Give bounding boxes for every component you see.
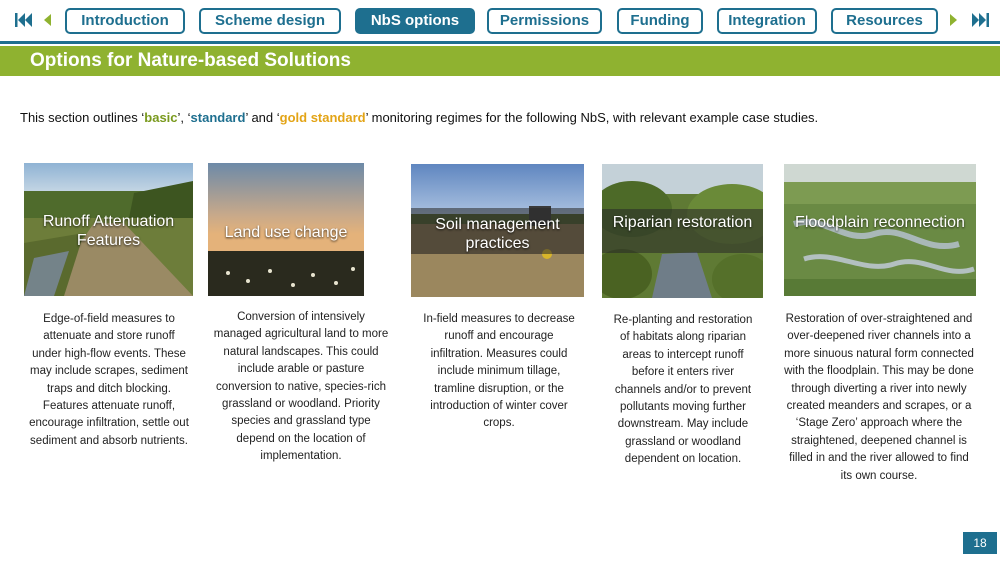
skip-to-last-icon[interactable] xyxy=(970,11,990,29)
card-title: Soil management practices xyxy=(435,216,560,252)
soil-management-card[interactable]: Soil management practices xyxy=(411,164,584,297)
basic-highlight: basic xyxy=(144,110,178,125)
runoff-attenuation-card[interactable]: Runoff Attenuation Features xyxy=(24,163,193,296)
riparian-restoration-card[interactable]: Riparian restoration xyxy=(602,164,763,298)
land-use-change-card[interactable]: Land use change xyxy=(208,163,364,296)
floodplain-reconnection-card[interactable]: Floodplain reconnection xyxy=(784,164,976,296)
intro-text-part: This section outlines ‘ xyxy=(20,110,145,125)
standard-highlight: standard xyxy=(190,110,246,125)
tab-scheme-design[interactable]: Scheme design xyxy=(199,8,341,34)
header-divider xyxy=(0,41,1000,44)
tab-introduction[interactable]: Introduction xyxy=(65,8,185,34)
section-banner: Options for Nature-based Solutions xyxy=(0,46,1000,76)
tab-permissions[interactable]: Permissions xyxy=(487,8,602,34)
card-title: Floodplain reconnection xyxy=(795,214,965,231)
tab-nbs-options[interactable]: NbS options xyxy=(355,8,475,34)
card-description: Re-planting and restoration of habitats … xyxy=(613,314,753,466)
tab-integration[interactable]: Integration xyxy=(717,8,817,34)
card-description: Conversion of intensively managed agricu… xyxy=(213,311,389,463)
page-number: 18 xyxy=(963,532,997,554)
card-title: Riparian restoration xyxy=(612,214,753,231)
tab-funding[interactable]: Funding xyxy=(617,8,703,34)
intro-text-part: ’ monitoring regimes for the following N… xyxy=(365,110,819,125)
card-title: Land use change xyxy=(224,224,348,241)
gold-standard-highlight: gold standard xyxy=(279,110,366,125)
top-navigation: Introduction Scheme design NbS options P… xyxy=(0,0,1000,42)
previous-icon[interactable] xyxy=(41,11,53,29)
card-description: Edge-of-field measures to attenuate and … xyxy=(29,313,189,447)
tab-resources[interactable]: Resources xyxy=(831,8,938,34)
card-title: Runoff Attenuation Features xyxy=(42,213,175,249)
next-icon[interactable] xyxy=(948,11,960,29)
intro-text-part: ’ and ‘ xyxy=(245,110,280,125)
card-description: Restoration of over-straightened and ove… xyxy=(784,313,974,482)
intro-text-part: ’, ‘ xyxy=(177,110,191,125)
card-description: In-field measures to decrease runoff and… xyxy=(423,313,575,430)
page-title: Options for Nature-based Solutions xyxy=(30,50,351,71)
intro-text: This section outlines ‘basic’, ‘standard… xyxy=(20,110,818,125)
skip-to-first-icon[interactable] xyxy=(14,11,34,29)
